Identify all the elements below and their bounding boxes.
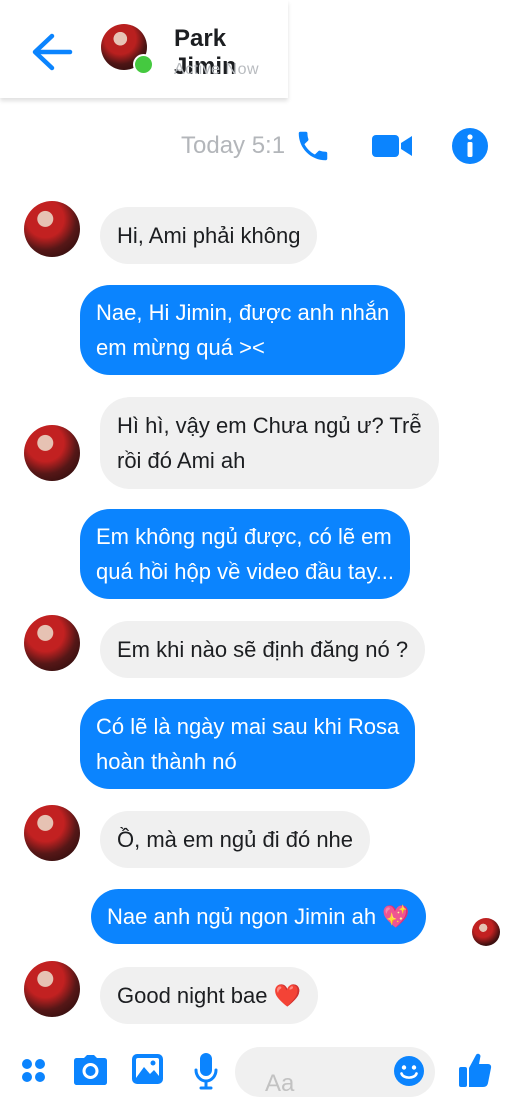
message-line: Em không ngủ được, có lẽ em bbox=[96, 524, 392, 549]
outgoing-message[interactable]: Em không ngủ được, có lẽ em quá hồi hộp … bbox=[80, 509, 411, 599]
message-line: quá hồi hộp về video đầu tay... bbox=[96, 559, 395, 584]
contact-status: Active Now bbox=[174, 61, 260, 78]
message-line: Em khi nào sẽ định đăng nó ? bbox=[117, 637, 409, 662]
outgoing-message[interactable]: Có lẽ là ngày mai sau khi Rosa hoàn thàn… bbox=[80, 699, 416, 789]
apps-icon[interactable] bbox=[20, 1057, 47, 1084]
sender-avatar[interactable] bbox=[24, 805, 80, 861]
outgoing-message[interactable]: Nae, Hi Jimin, được anh nhắn em mừng quá… bbox=[80, 285, 406, 375]
message-line: em mừng quá >< bbox=[96, 335, 265, 360]
phone-call-icon[interactable] bbox=[294, 127, 332, 165]
message-input-placeholder: Aa bbox=[265, 1070, 295, 1097]
sender-avatar[interactable] bbox=[24, 961, 80, 1017]
sender-avatar[interactable] bbox=[24, 201, 80, 257]
message-line: Nae, Hi Jimin, được anh nhắn bbox=[96, 300, 390, 325]
message-line: Hì hì, vậy em Chưa ngủ ư? Trễ bbox=[117, 413, 422, 438]
message-line: hoàn thành nó bbox=[96, 749, 237, 774]
microphone-icon[interactable] bbox=[193, 1052, 219, 1090]
gallery-icon[interactable] bbox=[131, 1053, 164, 1085]
camera-icon[interactable] bbox=[73, 1054, 108, 1086]
outgoing-message[interactable]: Nae anh ngủ ngon Jimin ah 💖 bbox=[91, 889, 426, 944]
thumbs-up-icon[interactable] bbox=[458, 1052, 492, 1088]
sender-avatar[interactable] bbox=[24, 425, 80, 481]
incoming-message[interactable]: Hi, Ami phải không bbox=[100, 207, 318, 264]
online-indicator bbox=[133, 54, 154, 75]
back-arrow-icon[interactable] bbox=[28, 30, 74, 74]
incoming-message[interactable]: Good night bae ❤️ bbox=[100, 967, 318, 1024]
conversation-timestamp: Today 5:1 bbox=[181, 132, 286, 159]
incoming-message[interactable]: Ồ, mà em ngủ đi đó nhe bbox=[100, 811, 371, 868]
message-line: rồi đó Ami ah bbox=[117, 448, 246, 473]
emoji-icon[interactable] bbox=[393, 1055, 425, 1087]
chat-header: Park Jimin Active Now bbox=[0, 0, 288, 98]
message-line: Nae anh ngủ ngon Jimin ah 💖 bbox=[107, 904, 410, 929]
read-receipt-avatar bbox=[472, 918, 500, 946]
message-line: Hi, Ami phải không bbox=[117, 223, 301, 248]
incoming-message[interactable]: Em khi nào sẽ định đăng nó ? bbox=[100, 621, 426, 678]
incoming-message[interactable]: Hì hì, vậy em Chưa ngủ ư? Trễ rồi đó Ami… bbox=[100, 397, 439, 489]
message-line: Ồ, mà em ngủ đi đó nhe bbox=[117, 827, 354, 852]
video-call-icon[interactable] bbox=[371, 130, 413, 162]
message-line: Good night bae ❤️ bbox=[117, 983, 301, 1008]
sender-avatar[interactable] bbox=[24, 615, 80, 671]
message-line: Có lẽ là ngày mai sau khi Rosa bbox=[96, 714, 400, 739]
info-icon[interactable] bbox=[450, 126, 490, 166]
